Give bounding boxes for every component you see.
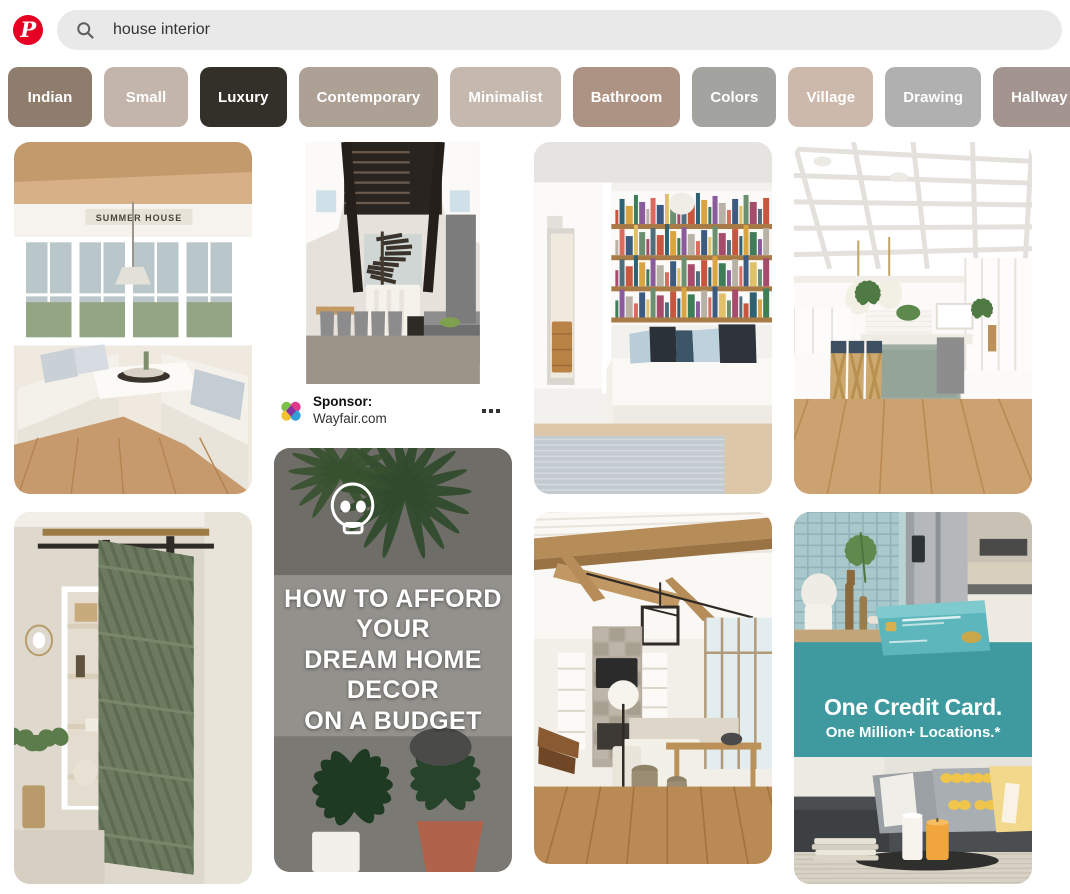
filter-chip-drawing[interactable]: Drawing bbox=[885, 67, 982, 127]
pin-credit-card-ad[interactable]: One Credit Card. One Million+ Locations.*… bbox=[794, 512, 1032, 894]
pin-column-4: One Credit Card. One Million+ Locations.*… bbox=[794, 142, 1032, 894]
pin-column-2: Sponsor: Wayfair.com HOW TO AFFORD YOUR DRE… bbox=[274, 142, 512, 872]
filter-chip-label: Hallway bbox=[1011, 88, 1068, 106]
bookshelf-nook-artwork bbox=[534, 142, 772, 494]
search-bar[interactable] bbox=[57, 10, 1062, 50]
pinterest-logo-icon[interactable]: P bbox=[13, 15, 43, 45]
pin-breakfast-nook[interactable]: SUMMER HOUSE bbox=[14, 142, 252, 494]
filter-chip-label: Bathroom bbox=[590, 88, 663, 106]
pin-green-barn-door[interactable] bbox=[14, 512, 252, 884]
pin-breakfast-nook-image[interactable]: SUMMER HOUSE bbox=[14, 142, 252, 494]
pin-feed: SUMMER HOUSE Sponsor: Wayfair.com HOW TO AF… bbox=[0, 134, 1070, 894]
pin-column-1: SUMMER HOUSE bbox=[14, 142, 252, 884]
filter-chip-indian[interactable]: Indian bbox=[8, 67, 92, 127]
filter-chip-label: Indian bbox=[27, 88, 73, 106]
pin-bookshelf-reading-nook-image[interactable] bbox=[534, 142, 772, 494]
white-coffered-kitchen-artwork bbox=[794, 142, 1032, 494]
rustic-living-room-artwork bbox=[534, 512, 772, 864]
filter-chip-luxury[interactable]: Luxury bbox=[200, 67, 287, 127]
pin-budget-decor-text[interactable]: HOW TO AFFORD YOUR DREAM HOME DECOR ON A B… bbox=[274, 447, 512, 872]
overlay-line: HOW TO AFFORD YOUR bbox=[284, 584, 502, 644]
top-header: P bbox=[0, 0, 1070, 60]
filter-chip-label: Small bbox=[125, 88, 167, 106]
ad-subheadline: One Million+ Locations.* bbox=[825, 724, 1001, 741]
credit-card-livingroom-artwork bbox=[794, 757, 1032, 884]
pin-bookshelf-reading-nook[interactable] bbox=[534, 142, 772, 494]
filter-chip-label: Minimalist bbox=[468, 88, 543, 106]
filter-chip-village[interactable]: Village bbox=[788, 67, 874, 127]
pin-dark-beam-kitchen-image[interactable] bbox=[274, 142, 512, 384]
filter-chip-bathroom[interactable]: Bathroom bbox=[572, 67, 681, 127]
sponsor-domain[interactable]: Wayfair.com bbox=[313, 411, 465, 428]
pinterest-logo-glyph: P bbox=[20, 17, 36, 42]
attribution-text: Sponsor: Wayfair.com bbox=[313, 394, 465, 428]
dark-beam-kitchen-artwork bbox=[274, 142, 512, 384]
filter-chip-label: Colors bbox=[710, 88, 759, 106]
breakfast-nook-artwork: SUMMER HOUSE bbox=[14, 142, 252, 494]
credit-card-kitchen-artwork bbox=[794, 512, 1032, 680]
pin-attribution: Sponsor bbox=[794, 884, 1032, 894]
ad-headline-band: One Credit Card. One Million+ Locations.* bbox=[794, 680, 1032, 757]
search-icon bbox=[77, 22, 94, 39]
pin-credit-card-ad-image[interactable]: One Credit Card. One Million+ Locations.* bbox=[794, 512, 1032, 884]
svg-text:SUMMER HOUSE: SUMMER HOUSE bbox=[96, 213, 183, 223]
overlay-line: DREAM HOME DECOR bbox=[304, 645, 482, 705]
pin-white-coffered-kitchen-image[interactable] bbox=[794, 142, 1032, 494]
filter-chip-label: Drawing bbox=[903, 88, 964, 106]
pin-column-3 bbox=[534, 142, 772, 864]
filter-chip-label: Village bbox=[806, 88, 856, 106]
filter-chip-minimalist[interactable]: Minimalist bbox=[450, 67, 561, 127]
search-input[interactable] bbox=[113, 21, 1044, 39]
green-barn-door-artwork bbox=[14, 512, 252, 884]
filter-chip-hallway[interactable]: Hallway bbox=[993, 67, 1070, 127]
pin-rustic-living-room[interactable] bbox=[534, 512, 772, 864]
overlay-line: ON A BUDGET bbox=[304, 706, 482, 735]
wayfair-avatar-icon bbox=[278, 397, 304, 424]
pin-white-coffered-kitchen[interactable] bbox=[794, 142, 1032, 494]
more-options-icon[interactable] bbox=[474, 408, 508, 413]
ad-headline: One Credit Card. bbox=[824, 694, 1002, 720]
filter-chips-row[interactable]: Indian Small Luxury Contemporary Minimalist B… bbox=[0, 60, 1070, 134]
wayfair-avatar-icon[interactable] bbox=[278, 397, 304, 424]
filter-chip-colors[interactable]: Colors bbox=[692, 67, 777, 127]
sponsor-label: Sponsor: bbox=[313, 394, 373, 409]
pin-green-barn-door-image[interactable] bbox=[14, 512, 252, 884]
pin-attribution: Sponsor: Wayfair.com bbox=[274, 384, 512, 430]
filter-chip-contemporary[interactable]: Contemporary bbox=[298, 67, 439, 127]
pin-dark-beam-kitchen[interactable]: Sponsor: Wayfair.com bbox=[274, 142, 512, 430]
filter-chip-label: Contemporary bbox=[316, 88, 421, 106]
pin-text-overlay: HOW TO AFFORD YOUR DREAM HOME DECOR ON A B… bbox=[274, 584, 512, 737]
pin-rustic-living-room-image[interactable] bbox=[534, 512, 772, 864]
filter-chip-label: Luxury bbox=[218, 88, 269, 106]
filter-chip-small[interactable]: Small bbox=[104, 67, 188, 127]
pin-budget-decor-text-image[interactable]: HOW TO AFFORD YOUR DREAM HOME DECOR ON A B… bbox=[274, 447, 512, 872]
